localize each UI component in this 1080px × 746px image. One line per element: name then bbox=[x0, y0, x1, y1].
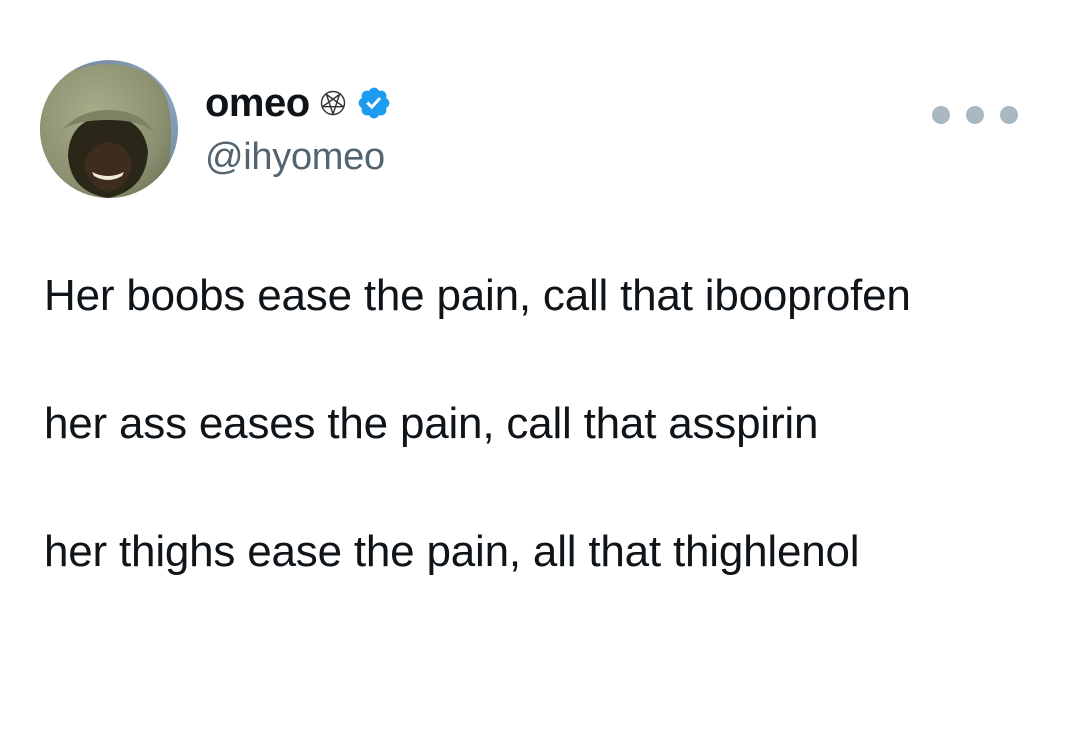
author-name-row: omeo bbox=[205, 80, 392, 126]
avatar[interactable] bbox=[40, 60, 178, 198]
verified-badge-icon bbox=[356, 85, 392, 121]
pentagram-icon bbox=[320, 90, 346, 116]
tweet-body: Her boobs ease the pain, call that iboop… bbox=[44, 264, 1044, 584]
tweet-line-2: her ass eases the pain, call that asspir… bbox=[44, 399, 819, 448]
more-dots-icon bbox=[1000, 106, 1018, 124]
tweet-card: omeo @ihyomeo Her boobs ease the pain, c… bbox=[0, 0, 1080, 746]
user-handle[interactable]: @ihyomeo bbox=[205, 136, 385, 179]
display-name[interactable]: omeo bbox=[205, 81, 310, 126]
hooded-figure-avatar-image bbox=[40, 60, 178, 198]
tweet-line-1: Her boobs ease the pain, call that iboop… bbox=[44, 271, 911, 320]
tweet-line-3: her thighs ease the pain, all that thigh… bbox=[44, 527, 860, 576]
more-dots-icon bbox=[932, 106, 950, 124]
more-options-button[interactable] bbox=[932, 100, 1018, 130]
more-dots-icon bbox=[966, 106, 984, 124]
